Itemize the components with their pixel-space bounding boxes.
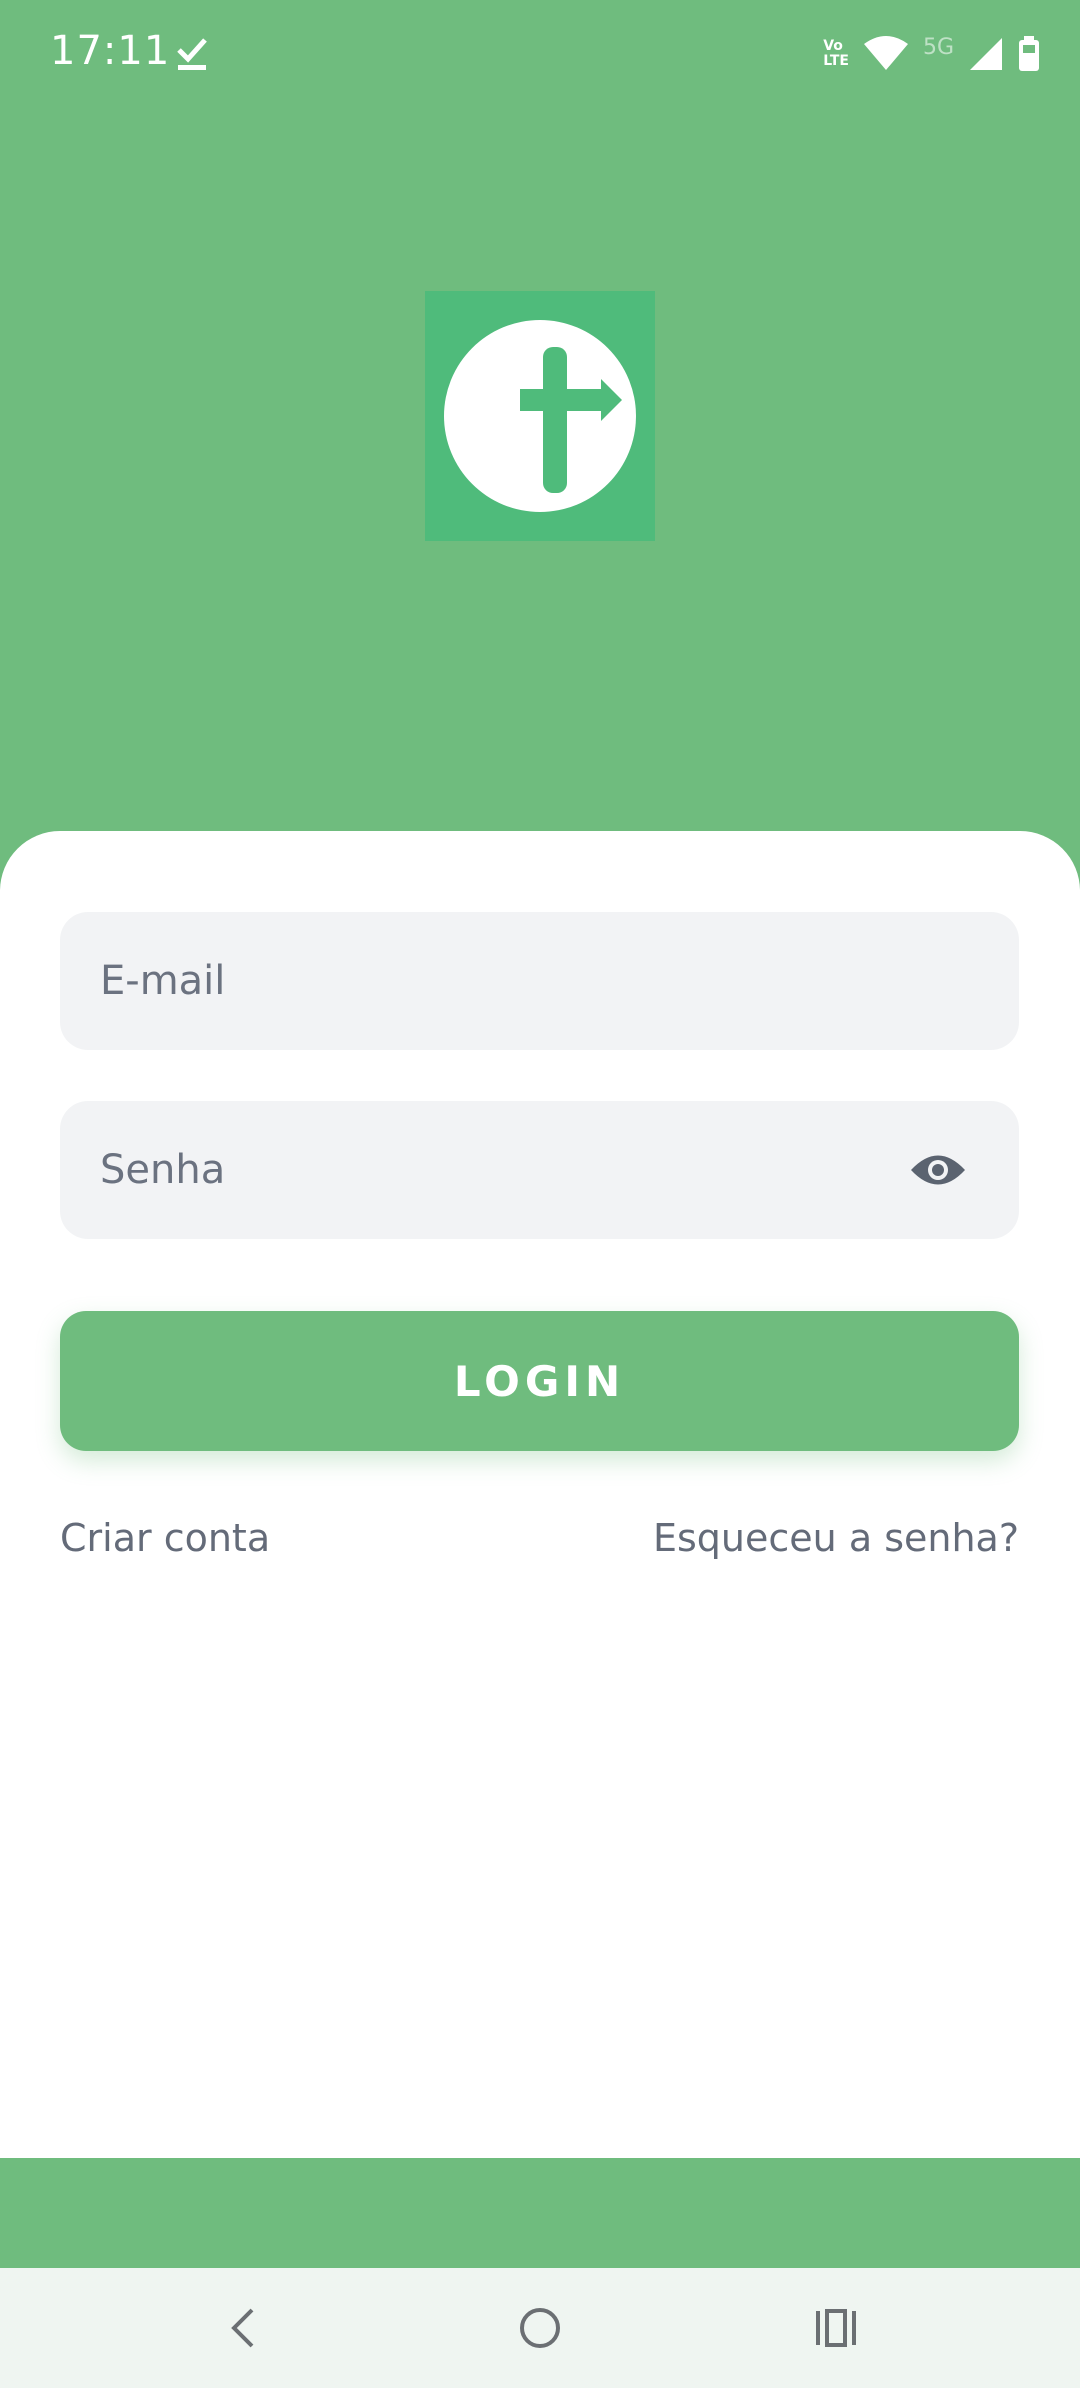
bottom-band [0, 2158, 1080, 2268]
back-icon[interactable] [214, 2298, 274, 2358]
network-type: 5G [922, 34, 954, 60]
recents-icon[interactable] [806, 2298, 866, 2358]
login-button[interactable]: LOGIN [60, 1311, 1019, 1451]
navigation-bar [0, 2268, 1080, 2388]
eye-icon[interactable] [909, 1147, 967, 1193]
signal-icon [970, 38, 1002, 70]
password-field[interactable] [60, 1101, 1019, 1239]
volte-indicator: Vo LTE [823, 38, 849, 69]
status-icons: Vo LTE 5G [823, 34, 1040, 74]
home-icon[interactable] [510, 2298, 570, 2358]
wifi-icon [863, 36, 908, 70]
check-icon [177, 38, 207, 70]
email-input[interactable] [60, 912, 1019, 1050]
app-logo [425, 291, 655, 541]
login-sheet: LOGIN Criar conta Esqueceu a senha? [0, 831, 1080, 2158]
email-field[interactable] [60, 912, 1019, 1050]
forgot-password-link[interactable]: Esqueceu a senha? [653, 1516, 1019, 1560]
status-bar: 17:11 Vo LTE 5G [0, 0, 1080, 110]
password-input[interactable] [60, 1101, 1019, 1239]
battery-icon [1019, 36, 1039, 71]
create-account-link[interactable]: Criar conta [60, 1516, 270, 1560]
logo-t-icon [444, 320, 636, 512]
status-time: 17:11 [50, 28, 171, 74]
